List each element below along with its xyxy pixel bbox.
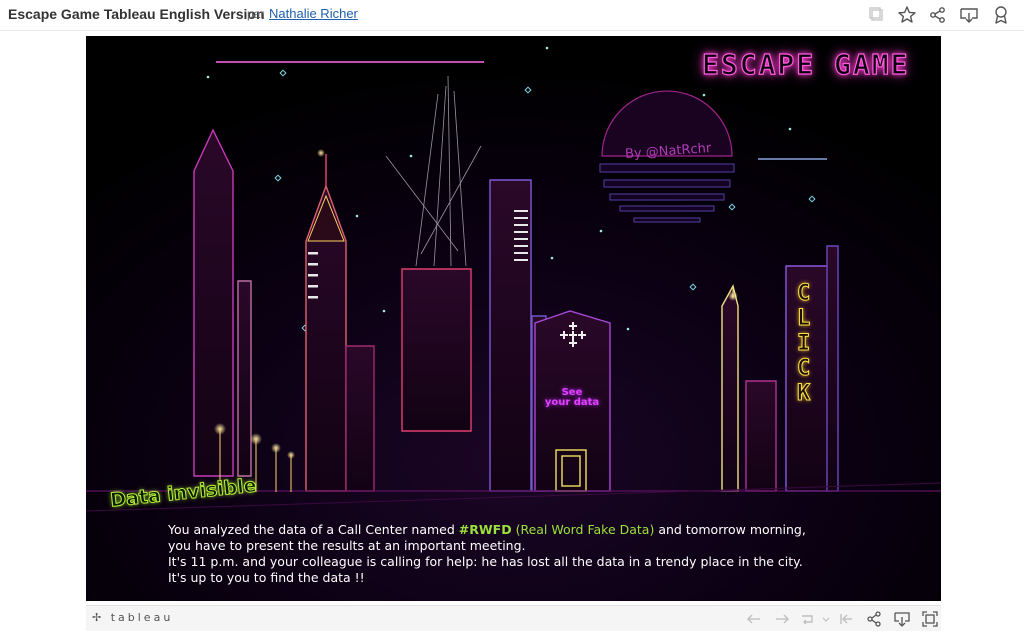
click-sign-letter[interactable]: C <box>796 281 810 307</box>
story-line: you have to present the results at an im… <box>168 538 526 553</box>
revert-icon[interactable] <box>798 609 818 629</box>
revert-dropdown-chevron-icon[interactable] <box>816 609 830 629</box>
by-label: par <box>247 7 265 21</box>
redo-icon[interactable] <box>772 609 792 629</box>
click-sign-letter[interactable]: K <box>796 381 810 407</box>
tableau-logo-icon: ✢ <box>92 611 105 624</box>
tableau-toolbar: ✢ tableau <box>86 605 941 631</box>
author-link[interactable]: Nathalie Richer <box>269 6 358 21</box>
click-sign-letter[interactable]: I <box>796 331 810 357</box>
rwfd-tag: #RWFD <box>458 522 512 537</box>
viz-header: Escape Game Tableau English Version par … <box>0 0 1024 31</box>
neon-city-illustration <box>86 36 941 601</box>
click-sign-letter[interactable]: C <box>796 356 810 382</box>
story-text-fragment: and tomorrow morning, <box>654 522 806 537</box>
download-icon[interactable] <box>958 4 980 26</box>
story-line: You analyzed the data of a Call Center n… <box>168 522 928 538</box>
download-icon[interactable] <box>892 609 912 629</box>
share-icon[interactable] <box>864 609 884 629</box>
story-text-fragment: You analyzed the data of a Call Center n… <box>168 522 459 537</box>
escape-game-neon-title: ESCAPE GAME <box>701 47 910 81</box>
favorite-star-icon[interactable] <box>896 4 918 26</box>
story-line: It's up to you to find the data !! <box>168 570 365 585</box>
see-your-data-sign[interactable]: See your data <box>542 388 602 408</box>
fullscreen-icon[interactable] <box>920 609 940 629</box>
undo-icon[interactable] <box>744 609 764 629</box>
see-data-line: your data <box>544 397 600 408</box>
tableau-logo-text: tableau <box>110 611 174 624</box>
copy-icon[interactable] <box>866 4 888 26</box>
rwfd-expansion: (Real Word Fake Data) <box>511 522 655 537</box>
viz-title: Escape Game Tableau English Version <box>8 6 265 22</box>
share-icon[interactable] <box>927 4 949 26</box>
story-text: You analyzed the data of a Call Center n… <box>168 522 928 586</box>
dashboard-canvas[interactable]: ESCAPE GAME By @NatRchr C L I C K See yo… <box>86 36 941 601</box>
tableau-logo[interactable]: ✢ tableau <box>92 611 173 624</box>
story-line: It's 11 p.m. and your colleague is calli… <box>168 554 803 569</box>
click-sign-letter[interactable]: L <box>796 306 810 332</box>
reset-view-icon[interactable] <box>836 609 856 629</box>
viz-of-the-day-icon[interactable] <box>990 4 1012 26</box>
